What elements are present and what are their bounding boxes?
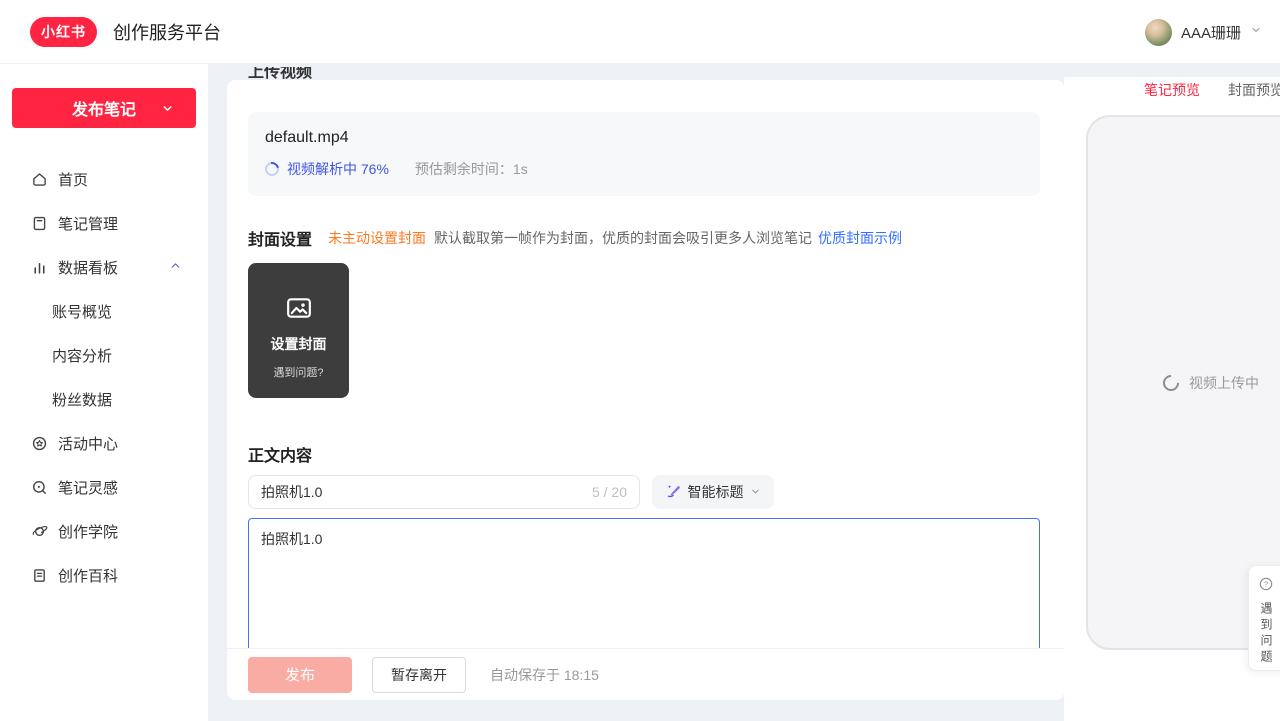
user-menu[interactable]: AAA珊珊 <box>1145 0 1262 64</box>
sidebar-nav: 首页 笔记管理 数据看板 账号概览 内容分析 <box>0 157 208 597</box>
sidebar-item-label: 活动中心 <box>58 433 118 454</box>
autosave-status: 自动保存于 18:15 <box>490 665 599 685</box>
upload-status: 视频上传中 <box>1189 373 1259 393</box>
tab-cover-preview[interactable]: 封面预览 <box>1228 80 1280 100</box>
home-icon <box>30 170 48 188</box>
note-title-field: 5 / 20 <box>248 475 640 509</box>
video-filename: default.mp4 <box>265 129 1023 147</box>
star-badge-icon <box>30 434 48 452</box>
cover-example-link[interactable]: 优质封面示例 <box>818 228 902 248</box>
cover-settings-row: 封面设置 未主动设置封面 默认截取第一帧作为封面，优质的封面会吸引更多人浏览笔记… <box>248 226 902 250</box>
user-chevron-down-icon <box>1250 23 1262 41</box>
magic-pen-icon <box>666 483 682 502</box>
sidebar-item-label: 内容分析 <box>52 345 112 366</box>
sidebar-item-home[interactable]: 首页 <box>0 157 208 201</box>
smart-title-label: 智能标题 <box>688 482 744 502</box>
publish-note-button[interactable]: 发布笔记 <box>12 88 196 128</box>
parsing-status: 视频解析中 76% <box>287 159 389 179</box>
cover-section-title: 封面设置 <box>248 226 312 250</box>
upload-spinner-icon <box>1160 371 1183 394</box>
help-float-button[interactable]: ? 遇到问题 <box>1248 565 1280 671</box>
inspiration-icon <box>30 478 48 496</box>
video-info-card: default.mp4 视频解析中 76% 预估剩余时间：1s <box>248 112 1040 196</box>
chevron-down-icon <box>161 102 174 120</box>
content-section-title: 正文内容 <box>248 442 312 466</box>
sidebar: 发布笔记 首页 笔记管理 数据看板 <box>0 64 208 721</box>
publish-note-label: 发布笔记 <box>72 96 136 120</box>
sidebar-item-label: 笔记灵感 <box>58 477 118 498</box>
sidebar-item-label: 创作百科 <box>58 565 118 586</box>
cover-hint: 默认截取第一帧作为封面，优质的封面会吸引更多人浏览笔记 <box>434 228 812 248</box>
sidebar-item-label: 首页 <box>58 169 88 190</box>
parsing-spinner-icon <box>262 159 281 178</box>
tab-note-preview[interactable]: 笔记预览 <box>1144 80 1200 100</box>
main-card: default.mp4 视频解析中 76% 预估剩余时间：1s 封面设置 未主动… <box>227 80 1064 700</box>
app-root: 小红书 创作服务平台 AAA珊珊 发布笔记 首页 <box>0 0 1280 721</box>
title-counter: 5 / 20 <box>592 484 639 500</box>
set-cover-label: 设置封面 <box>271 334 327 354</box>
scrolled-section-title: 上传视频 <box>248 67 378 80</box>
image-icon <box>286 296 312 325</box>
notes-icon <box>30 214 48 232</box>
set-cover-card[interactable]: 设置封面 遇到问题? <box>248 263 349 398</box>
chevron-up-icon[interactable] <box>169 259 182 276</box>
help-label: 遇到问题 <box>1258 602 1275 666</box>
bottom-action-bar: 发布 暂存离开 自动保存于 18:15 <box>227 648 1064 700</box>
sidebar-item-data-dashboard[interactable]: 数据看板 <box>0 245 208 289</box>
note-title-input[interactable] <box>249 484 592 500</box>
sidebar-item-label: 数据看板 <box>58 257 118 278</box>
user-name: AAA珊珊 <box>1181 22 1241 43</box>
save-and-leave-button[interactable]: 暂存离开 <box>372 657 466 693</box>
publish-button[interactable]: 发布 <box>248 657 352 693</box>
avatar <box>1145 19 1172 46</box>
sidebar-item-creator-academy[interactable]: 创作学院 <box>0 509 208 553</box>
top-header: 小红书 创作服务平台 AAA珊珊 <box>0 0 1280 64</box>
cover-help-link[interactable]: 遇到问题? <box>273 364 323 380</box>
sidebar-item-activity-center[interactable]: 活动中心 <box>0 421 208 465</box>
parsing-eta: 预估剩余时间：1s <box>415 159 528 179</box>
wiki-book-icon <box>30 566 48 584</box>
app-title: 创作服务平台 <box>113 19 221 45</box>
sidebar-item-label: 账号概览 <box>52 301 112 322</box>
sidebar-item-content-analysis[interactable]: 内容分析 <box>0 333 208 377</box>
planet-icon <box>30 522 48 540</box>
smart-title-chevron-down-icon <box>750 484 761 500</box>
question-circle-icon: ? <box>1258 576 1274 597</box>
sidebar-item-fans-data[interactable]: 粉丝数据 <box>0 377 208 421</box>
sidebar-item-note-management[interactable]: 笔记管理 <box>0 201 208 245</box>
logo-text: 小红书 <box>41 22 86 42</box>
sidebar-item-label: 笔记管理 <box>58 213 118 234</box>
smart-title-button[interactable]: 智能标题 <box>652 475 774 509</box>
sidebar-item-note-inspiration[interactable]: 笔记灵感 <box>0 465 208 509</box>
xiaohongshu-logo[interactable]: 小红书 <box>30 17 97 47</box>
sidebar-item-label: 创作学院 <box>58 521 118 542</box>
sidebar-item-creator-wiki[interactable]: 创作百科 <box>0 553 208 597</box>
cover-warning: 未主动设置封面 <box>328 228 426 248</box>
sidebar-item-account-overview[interactable]: 账号概览 <box>0 289 208 333</box>
sidebar-item-label: 粉丝数据 <box>52 389 112 410</box>
chart-icon <box>30 258 48 276</box>
svg-text:?: ? <box>1264 580 1268 589</box>
